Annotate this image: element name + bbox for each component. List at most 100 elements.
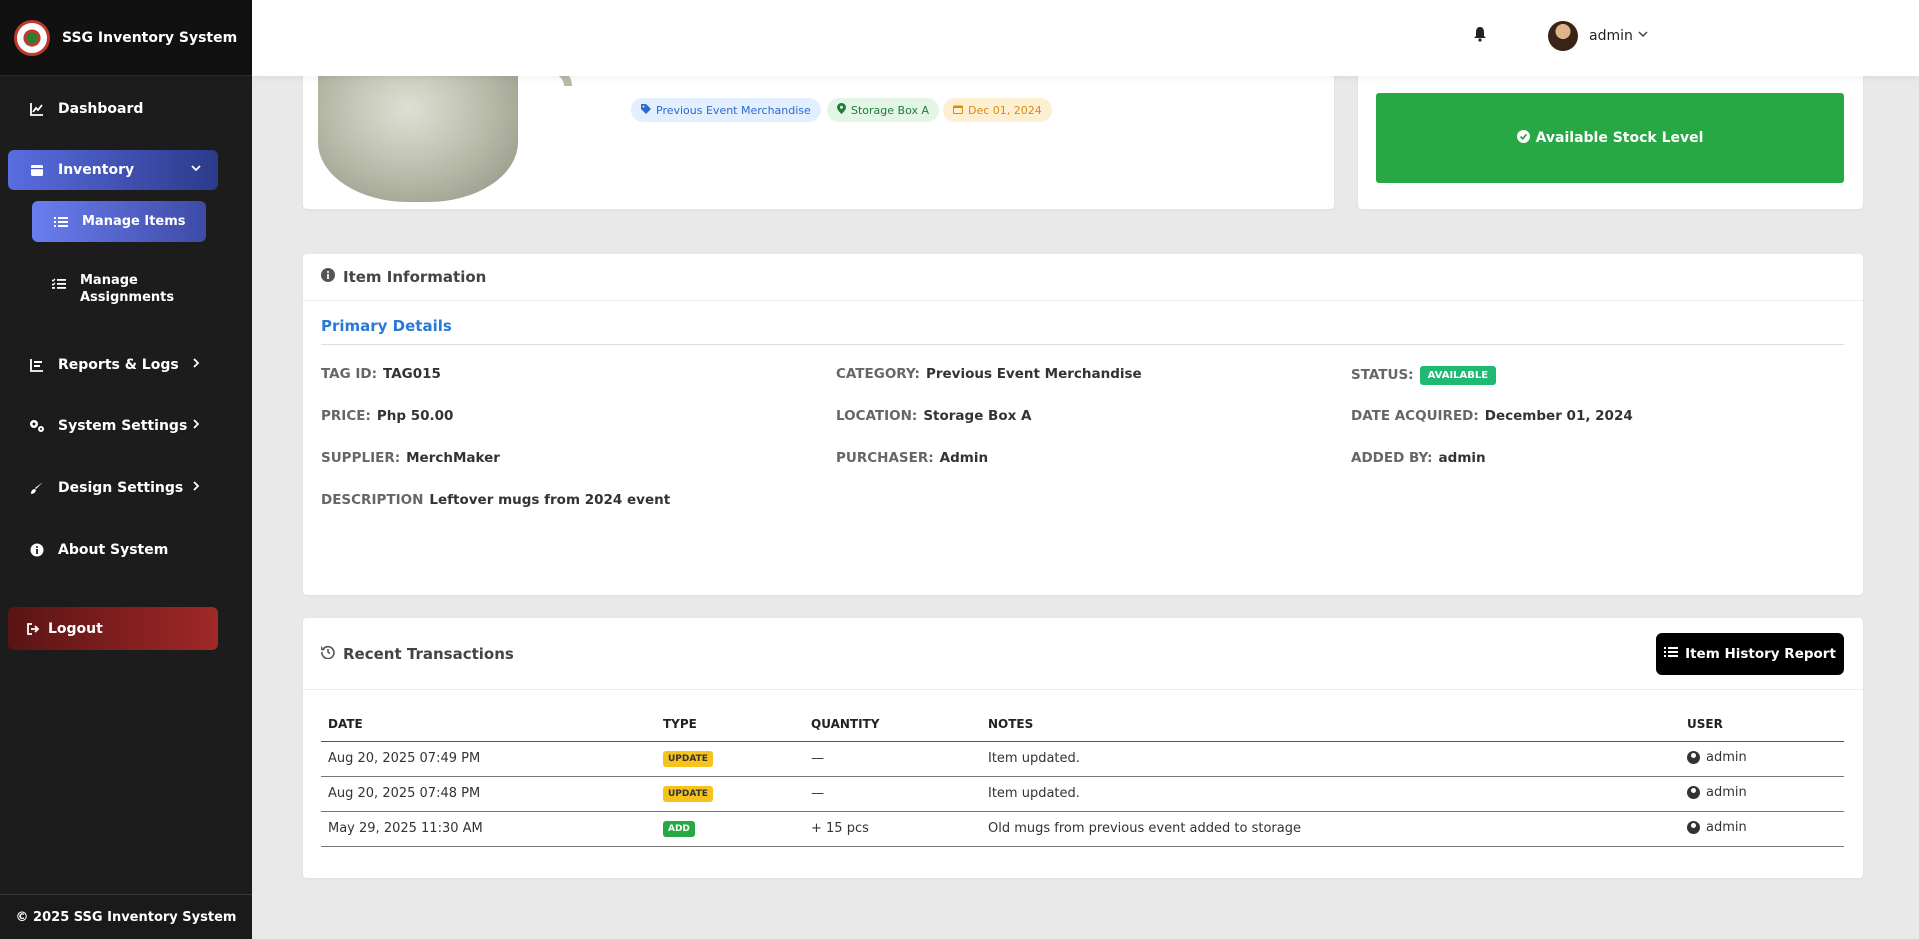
sidebar-item-manage-items[interactable]: Manage Items [32, 201, 206, 242]
column-header[interactable]: NOTES [981, 708, 1680, 742]
info-circle-icon [321, 268, 335, 286]
divider [321, 344, 1844, 345]
item-information-title: Item Information [343, 268, 487, 286]
sidebar-item-label: Reports & Logs [58, 357, 179, 373]
sidebar: SSG Inventory System Dashboard Inventory… [0, 0, 252, 939]
sidebar-item-label: Design Settings [58, 480, 184, 496]
topbar: admin [252, 0, 1919, 76]
column-header[interactable]: TYPE [656, 708, 804, 742]
tag-icon [641, 103, 651, 117]
chevron-down-icon [190, 162, 202, 177]
check-circle-icon [1516, 129, 1530, 147]
cell-quantity: — [804, 776, 981, 812]
sidebar-item-about-system[interactable]: About System [8, 530, 218, 570]
sidebar-item-dashboard[interactable]: Dashboard [8, 89, 218, 129]
column-header[interactable]: USER [1680, 708, 1844, 742]
field-label: DATE ACQUIRED: [1351, 408, 1479, 424]
item-history-report-button[interactable]: Item History Report [1656, 633, 1844, 675]
recent-transactions-header: Recent Transactions [303, 618, 1863, 690]
item-history-report-label: Item History Report [1685, 646, 1836, 662]
type-badge: UPDATE [663, 786, 713, 802]
field-label: PRICE: [321, 408, 371, 424]
sidebar-item-label: Dashboard [58, 101, 144, 117]
field-value: Admin [939, 450, 989, 466]
field-date-acquired: DATE ACQUIRED: December 01, 2024 [1351, 408, 1633, 424]
cell-quantity: — [804, 741, 981, 777]
sidebar-footer: © 2025 SSG Inventory System [0, 894, 252, 939]
table-row: Aug 20, 2025 07:49 PM UPDATE — Item upda… [321, 741, 1844, 777]
cell-notes: Item updated. [981, 776, 1680, 812]
sidebar-item-manage-assignments[interactable]: Manage Assignments [50, 272, 180, 306]
sidebar-item-label: Inventory [58, 162, 135, 178]
tasks-icon [50, 278, 68, 290]
brand-logo [14, 19, 50, 56]
transactions-table: DATE TYPE QUANTITY NOTES USER Aug 20, 20… [321, 708, 1844, 847]
field-status: STATUS: AVAILABLE [1351, 366, 1497, 385]
field-description: DESCRIPTION Leftover mugs from 2024 event [321, 492, 670, 508]
field-supplier: SUPPLIER: MerchMaker [321, 450, 500, 466]
info-icon [28, 543, 46, 557]
cell-date: Aug 20, 2025 07:48 PM [321, 776, 656, 812]
calendar-icon [953, 104, 963, 117]
date-tag: Dec 01, 2024 [943, 98, 1052, 122]
field-value: Leftover mugs from 2024 event [429, 492, 671, 508]
column-header[interactable]: QUANTITY [804, 708, 981, 742]
list-icon [1664, 646, 1679, 662]
item-information-header: Item Information [303, 254, 1863, 301]
item-image [318, 60, 518, 202]
cell-type: UPDATE [656, 776, 804, 812]
status-badge: AVAILABLE [1419, 366, 1497, 385]
field-added-by: ADDED BY: admin [1351, 450, 1486, 466]
sidebar-item-label: Manage Assignments [80, 273, 175, 305]
column-header[interactable]: DATE [321, 708, 656, 742]
field-purchaser: PURCHASER: Admin [836, 450, 988, 466]
history-icon [320, 645, 335, 663]
user-circle-icon [1687, 820, 1700, 834]
primary-details-title: Primary Details [321, 317, 452, 335]
sign-out-icon [24, 622, 42, 636]
brand[interactable]: SSG Inventory System [0, 0, 252, 76]
cell-notes: Item updated. [981, 741, 1680, 777]
sidebar-item-label: System Settings [58, 418, 188, 434]
field-label: PURCHASER: [836, 450, 934, 466]
field-location: LOCATION: Storage Box A [836, 408, 1031, 424]
sidebar-item-design-settings[interactable]: Design Settings [8, 468, 218, 508]
user-menu-name[interactable]: admin [1589, 28, 1633, 44]
field-category: CATEGORY: Previous Event Merchandise [836, 366, 1142, 382]
chart-area-icon [28, 358, 46, 372]
category-tag: Previous Event Merchandise [631, 98, 821, 122]
recent-transactions-title: Recent Transactions [343, 644, 514, 663]
field-price: PRICE: Php 50.00 [321, 408, 453, 424]
field-value: Previous Event Merchandise [925, 366, 1142, 382]
gears-icon [28, 419, 46, 433]
category-tag-label: Previous Event Merchandise [656, 103, 811, 117]
field-label: CATEGORY: [836, 366, 920, 382]
field-label: TAG ID: [321, 366, 378, 382]
chevron-down-icon[interactable] [1637, 28, 1649, 43]
location-tag: Storage Box A [827, 98, 940, 122]
stock-level-indicator: Available Stock Level [1376, 93, 1844, 183]
table-row: May 29, 2025 11:30 AM ADD + 15 pcs Old m… [321, 811, 1844, 847]
box-icon [28, 163, 46, 177]
user-name: admin [1706, 749, 1747, 765]
sidebar-item-reports-logs[interactable]: Reports & Logs [8, 345, 218, 385]
cell-date: May 29, 2025 11:30 AM [321, 811, 656, 847]
field-value: admin [1438, 450, 1486, 466]
field-value: Storage Box A [923, 408, 1032, 424]
cell-user: admin [1680, 811, 1844, 847]
bell-icon[interactable] [1473, 26, 1487, 46]
paint-brush-icon [28, 481, 46, 495]
avatar[interactable] [1548, 21, 1578, 51]
field-value: MerchMaker [406, 450, 500, 466]
user-name: admin [1706, 784, 1747, 800]
chevron-right-icon [190, 418, 202, 433]
sidebar-item-system-settings[interactable]: System Settings [8, 406, 218, 446]
logout-button[interactable]: Logout [8, 607, 218, 650]
user-circle-icon [1687, 785, 1700, 799]
field-label: DESCRIPTION [321, 492, 424, 508]
table-header-row: DATE TYPE QUANTITY NOTES USER [321, 708, 1844, 742]
field-label: ADDED BY: [1351, 450, 1433, 466]
sidebar-item-inventory[interactable]: Inventory [8, 150, 218, 190]
cell-quantity: + 15 pcs [804, 811, 981, 847]
user-name: admin [1706, 819, 1747, 835]
